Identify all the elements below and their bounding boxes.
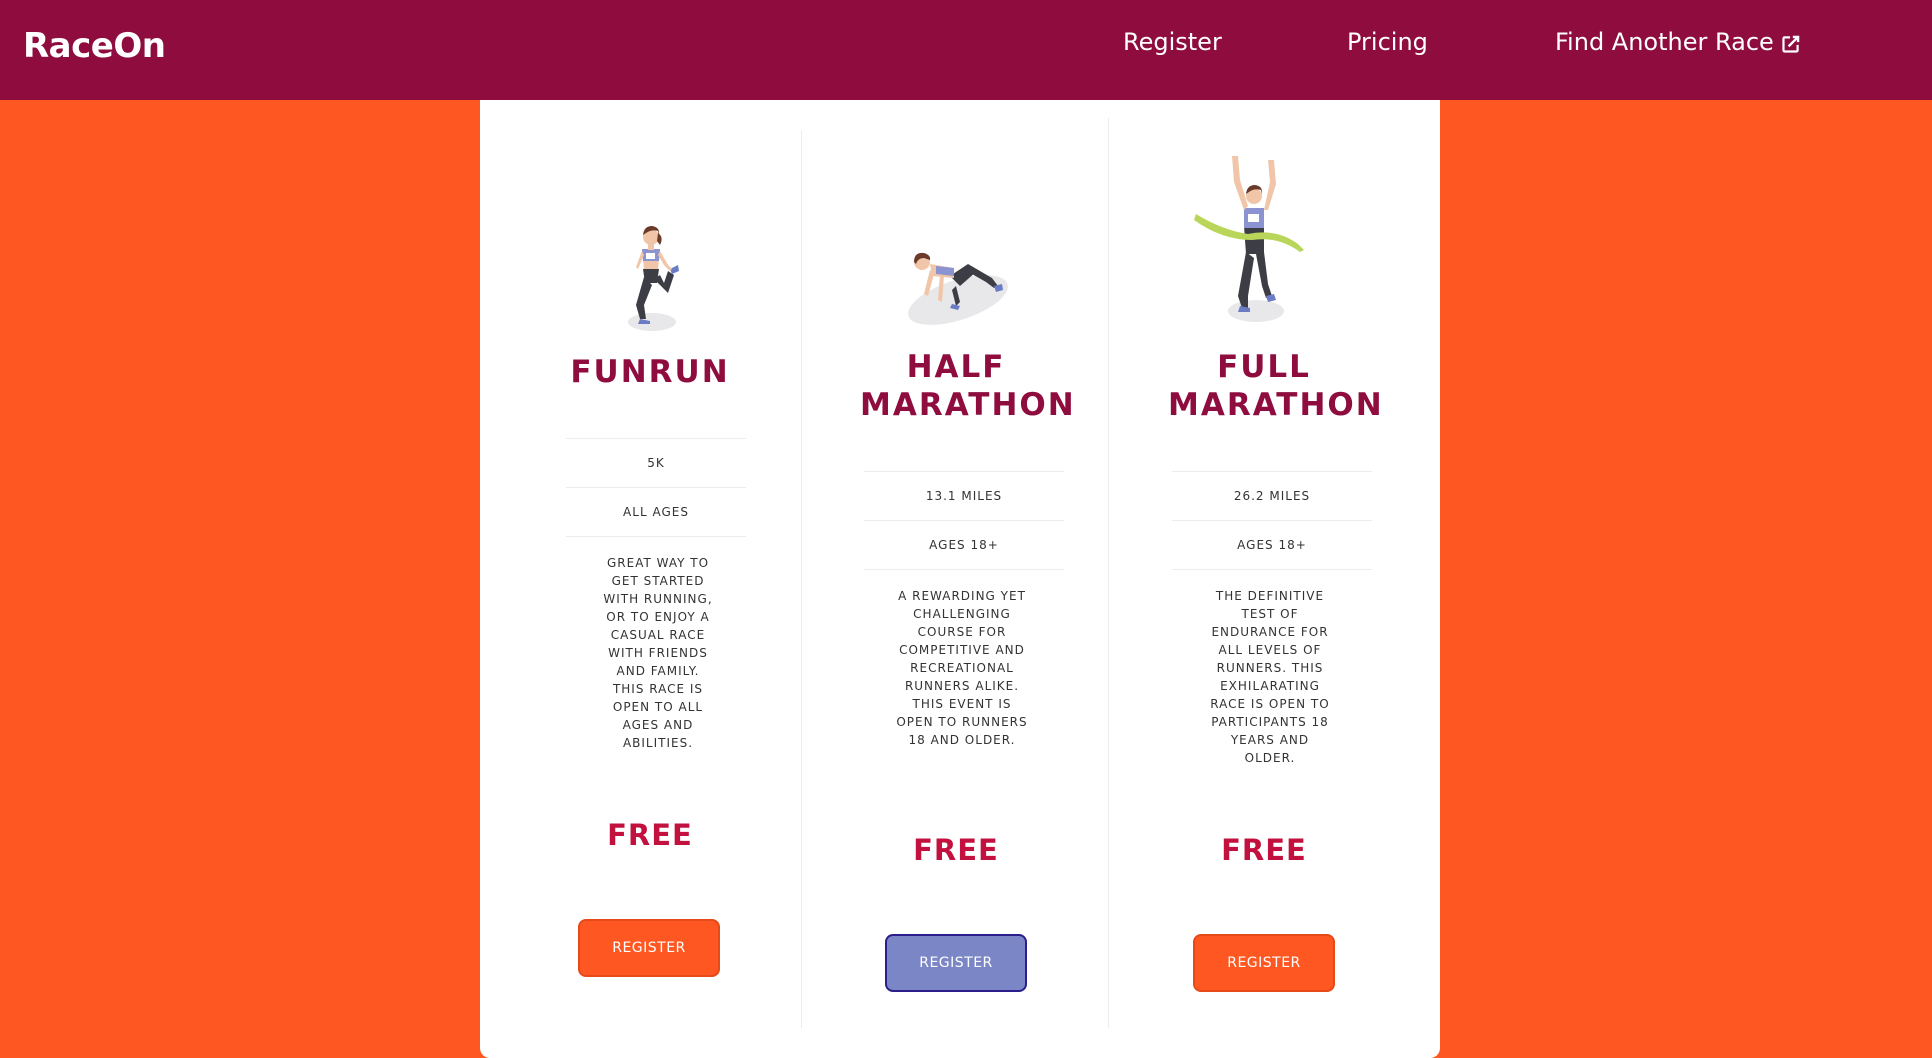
race-title: HALF MARATHON bbox=[860, 348, 1076, 424]
race-title: FUNRUN bbox=[570, 354, 730, 390]
top-navbar: RaceOn Register Pricing Find Another Rac… bbox=[0, 0, 1932, 100]
register-button-half-marathon[interactable]: REGISTER bbox=[885, 934, 1027, 992]
race-distance: 13.1 MILES bbox=[864, 471, 1064, 520]
race-description: GREAT WAY TO GET STARTED WITH RUNNING, O… bbox=[603, 556, 713, 750]
pricing-card: FUNRUN 5K ALL AGES GREAT WAY TO GET STAR… bbox=[480, 100, 1440, 1058]
nav-find-another-race-label: Find Another Race bbox=[1555, 28, 1774, 56]
register-button-funrun[interactable]: REGISTER bbox=[578, 919, 720, 977]
brand-logo[interactable]: RaceOn bbox=[23, 26, 166, 66]
nav-find-another-race-link[interactable]: Find Another Race bbox=[1555, 28, 1802, 56]
race-description: A REWARDING YET CHALLENGING COURSE FOR C… bbox=[896, 589, 1028, 747]
column-divider bbox=[801, 130, 802, 1028]
race-spec-list: 26.2 MILES AGES 18+ bbox=[1172, 471, 1372, 570]
race-spec-list: 13.1 MILES AGES 18+ bbox=[864, 471, 1064, 570]
race-spec-list: 5K ALL AGES bbox=[566, 438, 746, 537]
race-title: FULL MARATHON bbox=[1168, 348, 1384, 424]
nav-pricing-link[interactable]: Pricing bbox=[1347, 28, 1428, 56]
race-title-line1: HALF bbox=[906, 349, 1006, 385]
race-ages: ALL AGES bbox=[566, 487, 746, 537]
external-link-icon bbox=[1782, 35, 1800, 53]
column-divider bbox=[1108, 118, 1109, 1028]
race-title-line1: FULL bbox=[1217, 349, 1311, 385]
runner-starting-block-illustration bbox=[908, 252, 1008, 325]
race-distance: 26.2 MILES bbox=[1172, 471, 1372, 520]
race-ages: AGES 18+ bbox=[1172, 520, 1372, 570]
race-distance: 5K bbox=[566, 438, 746, 487]
race-price: FREE bbox=[1221, 833, 1307, 867]
race-title-line2: MARATHON bbox=[1168, 387, 1384, 423]
nav-register-link[interactable]: Register bbox=[1123, 28, 1222, 56]
runner-finish-line-illustration bbox=[1194, 156, 1304, 322]
race-ages: AGES 18+ bbox=[864, 520, 1064, 570]
register-button-full-marathon[interactable]: REGISTER bbox=[1193, 934, 1335, 992]
race-description: THE DEFINITIVE TEST OF ENDURANCE FOR ALL… bbox=[1210, 589, 1330, 765]
race-price: FREE bbox=[913, 833, 999, 867]
race-price: FREE bbox=[607, 818, 693, 852]
runner-stretching-illustration bbox=[628, 226, 679, 331]
race-title-line2: MARATHON bbox=[860, 387, 1076, 423]
